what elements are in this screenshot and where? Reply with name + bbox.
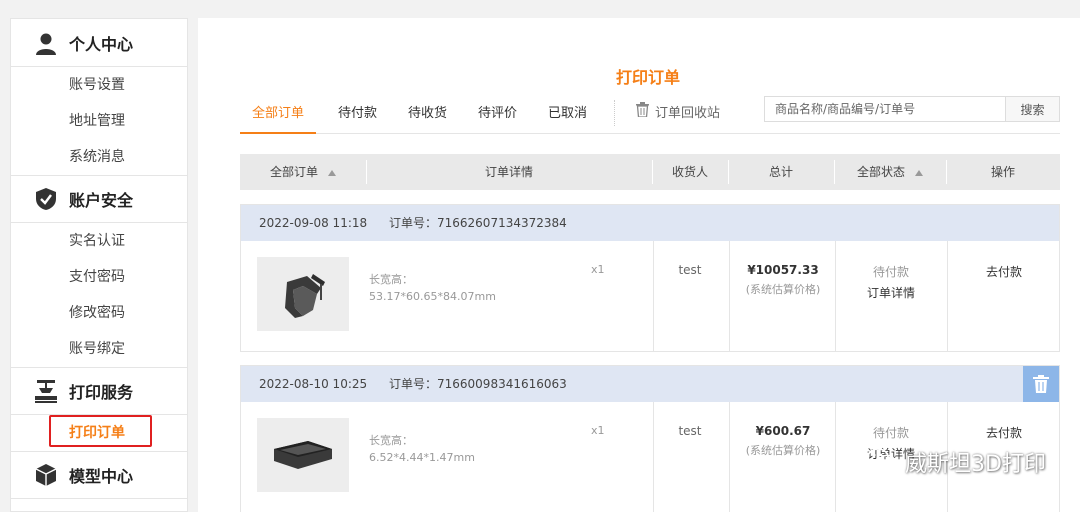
product-dimensions: 长宽高： 53.17*60.65*84.07mm (369, 271, 496, 305)
product-quantity: x1 (591, 263, 605, 276)
sidebar-item-account-binding[interactable]: 账号绑定 (11, 331, 187, 367)
column-divider (729, 402, 730, 512)
sidebar-item-messages[interactable]: 系统消息 (11, 139, 187, 175)
sort-triangle-icon (915, 169, 923, 176)
recycle-bin-label: 订单回收站 (655, 106, 721, 121)
sidebar-section-models[interactable]: 模型中心 (11, 451, 187, 499)
status-text: 待付款 (872, 426, 909, 440)
order-header: 2022-08-10 10:25 订单号：71660098341616063 (241, 366, 1059, 402)
header-actions: 操作 (990, 165, 1015, 179)
table-header: 全部订单 订单详情 收货人 总计 全部状态 操作 (240, 154, 1060, 190)
sidebar-item-account-settings[interactable]: 账号设置 (11, 67, 187, 103)
header-label: 全部订单 (269, 165, 318, 179)
order-time: 2022-08-10 10:25 (259, 377, 368, 391)
watermark-text: 威斯坦3D打印 (905, 452, 1046, 477)
tab-pending-receipt[interactable]: 待收货 (408, 102, 447, 134)
order-tabs: 全部订单 待付款 待收货 待评价 已取消 订单回收站 搜索 (240, 96, 1060, 134)
header-order-details: 订单详情 (484, 165, 533, 179)
sidebar: 个人中心 账号设置 地址管理 系统消息 账户安全 实名认证 支付密码 修改密码 … (10, 18, 188, 512)
tab-divider (614, 100, 615, 126)
product-thumbnail[interactable] (257, 418, 349, 492)
column-divider (729, 241, 730, 351)
tab-pending-payment[interactable]: 待付款 (338, 102, 377, 134)
order-price: ¥10057.33 (747, 263, 819, 277)
sidebar-section-personal[interactable]: 个人中心 (11, 19, 187, 67)
sidebar-section-title: 账户安全 (69, 191, 134, 210)
sidebar-section-print[interactable]: 打印服务 (11, 367, 187, 415)
header-all-status[interactable]: 全部状态 (834, 154, 946, 190)
tab-cancelled[interactable]: 已取消 (548, 102, 587, 134)
receiver-name: test (678, 424, 702, 438)
product-model-image (274, 441, 332, 469)
sidebar-section-title: 个人中心 (69, 34, 134, 54)
product-thumbnail[interactable] (257, 257, 349, 331)
search-button[interactable]: 搜索 (1005, 97, 1059, 121)
sidebar-item-pay-password[interactable]: 支付密码 (11, 259, 187, 295)
cube-icon (33, 462, 59, 488)
order-body: 长宽高： 53.17*60.65*84.07mm x1 test ¥10057.… (241, 241, 1059, 351)
header-label: 全部状态 (856, 165, 905, 179)
dims-value: 6.52*4.44*1.47mm (369, 451, 475, 464)
price-note: (系统估算价格) (745, 283, 821, 296)
sidebar-item-change-password[interactable]: 修改密码 (11, 295, 187, 331)
column-divider (835, 241, 836, 351)
order-detail-link[interactable]: 订单详情 (837, 284, 945, 301)
order-total: ¥600.67 (系统估算价格) (731, 424, 835, 458)
tab-all-orders[interactable]: 全部订单 (240, 102, 317, 134)
header-all-orders[interactable]: 全部订单 (240, 154, 366, 190)
search-input[interactable] (765, 97, 1005, 121)
shield-icon (33, 186, 59, 212)
order-total: ¥10057.33 (系统估算价格) (731, 263, 835, 297)
sort-triangle-icon (328, 169, 336, 176)
order-price: ¥600.67 (755, 424, 811, 438)
column-divider (947, 241, 948, 351)
order-status: 待付款 订单详情 (837, 263, 945, 301)
pay-button[interactable]: 去付款 (947, 263, 1061, 280)
active-highlight-box (49, 415, 152, 447)
order-number: 订单号：71660098341616063 (389, 377, 567, 391)
printer-icon (33, 378, 59, 404)
column-divider (653, 241, 654, 351)
sidebar-section-title: 模型中心 (69, 467, 134, 486)
sidebar-section-security[interactable]: 账户安全 (11, 175, 187, 223)
wechat-icon (867, 447, 897, 477)
order-time: 2022-09-08 11:18 (259, 216, 368, 230)
status-text: 待付款 (872, 265, 909, 279)
search-box: 搜索 (764, 96, 1060, 122)
pay-button[interactable]: 去付款 (947, 424, 1061, 441)
receiver-name: test (678, 263, 702, 277)
dims-label: 长宽高： (369, 273, 413, 286)
sidebar-section-title: 打印服务 (69, 383, 134, 402)
trash-icon (1033, 375, 1049, 393)
watermark: 威斯坦3D打印 (867, 446, 1046, 478)
main-panel: 打印订单 全部订单 待付款 待收货 待评价 已取消 订单回收站 搜索 全部订单 … (198, 18, 1080, 512)
header-receiver: 收货人 (671, 165, 708, 179)
delete-order-button[interactable] (1023, 366, 1059, 402)
product-model-image (285, 274, 325, 318)
column-divider (653, 402, 654, 512)
order-header: 2022-09-08 11:18 订单号：71662607134372384 (241, 205, 1059, 241)
page-title: 打印订单 (615, 68, 680, 87)
tab-pending-review[interactable]: 待评价 (478, 102, 517, 134)
column-divider (835, 402, 836, 512)
dims-label: 长宽高： (369, 434, 413, 447)
product-dimensions: 长宽高： 6.52*4.44*1.47mm (369, 432, 475, 466)
sidebar-item-address[interactable]: 地址管理 (11, 103, 187, 139)
trash-icon (636, 102, 655, 121)
sidebar-item-realname[interactable]: 实名认证 (11, 223, 187, 259)
dims-value: 53.17*60.65*84.07mm (369, 290, 496, 303)
recycle-bin-link[interactable]: 订单回收站 (636, 102, 720, 121)
price-note: (系统估算价格) (745, 444, 821, 457)
header-total: 总计 (768, 165, 793, 179)
order-row: 2022-08-10 10:25 订单号：71660098341616063 长… (240, 365, 1060, 512)
user-icon (33, 30, 59, 56)
product-quantity: x1 (591, 424, 605, 437)
order-number: 订单号：71662607134372384 (389, 216, 567, 230)
order-row: 2022-09-08 11:18 订单号：71662607134372384 长… (240, 204, 1060, 352)
